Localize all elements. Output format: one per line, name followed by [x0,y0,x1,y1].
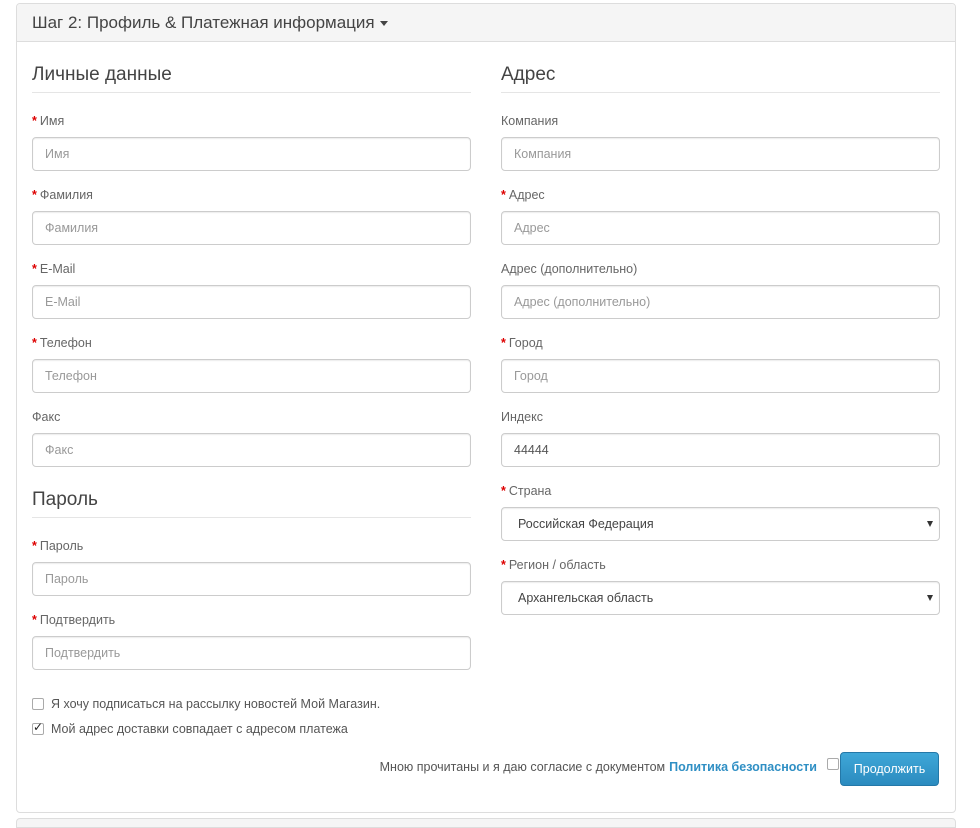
dropdown-arrow-icon [927,521,933,527]
newsletter-checkbox[interactable] [32,698,44,710]
password-legend: Пароль [32,489,471,518]
city-label: * Город [501,336,543,350]
checkout-step-panel: Шаг 2: Профиль & Платежная информация [16,3,956,813]
personal-data-legend: Личные данные [32,64,471,93]
address2-input[interactable]: Адрес (дополнительно) [501,285,940,319]
email-label: * E-Mail [32,262,76,276]
panel-title[interactable]: Шаг 2: Профиль & Платежная информация [32,13,388,33]
country-select-value: Российская Федерация [518,517,654,531]
same-address-label: Мой адрес доставки совпадает с адресом п… [51,722,348,736]
firstname-label: * Имя [32,114,65,128]
city-input[interactable]: Город [501,359,940,393]
firstname-input[interactable]: Имя [32,137,471,171]
address1-label: * Адрес [501,188,545,202]
newsletter-option[interactable]: Я хочу подписаться на рассылку новостей … [32,697,380,711]
panel-title-text[interactable]: Шаг 2: Профиль & Платежная информация [32,13,375,33]
required-mark: * [32,188,37,202]
dropdown-arrow-icon [927,595,933,601]
required-mark: * [501,558,506,572]
telephone-label: * Телефон [32,336,92,350]
country-label: * Страна [501,484,552,498]
address2-label: Адрес (дополнительно) [501,262,638,276]
region-select[interactable]: Архангельская область [501,581,940,615]
continue-button[interactable]: Продолжить [840,752,939,786]
privacy-policy-link[interactable]: Политика безопасности [669,760,817,774]
required-mark: * [501,484,506,498]
fax-label: Факс [32,410,61,424]
password-input[interactable]: Пароль [32,562,471,596]
fax-input[interactable]: Факс [32,433,471,467]
lastname-label: * Фамилия [32,188,93,202]
country-select[interactable]: Российская Федерация [501,507,940,541]
confirm-label: * Подтвердить [32,613,116,627]
panel-heading[interactable]: Шаг 2: Профиль & Платежная информация [17,4,955,42]
email-input[interactable]: E-Mail [32,285,471,319]
postcode-input[interactable]: 44444 [501,433,940,467]
postcode-label: Индекс [501,410,543,424]
required-mark: * [32,539,37,553]
same-address-checkbox[interactable] [32,720,44,735]
newsletter-label: Я хочу подписаться на рассылку новостей … [51,697,381,711]
required-mark: * [501,188,506,202]
required-mark: * [32,114,37,128]
lastname-input[interactable]: Фамилия [32,211,471,245]
agreement: Мною прочитаны и я даю согласие с докуме… [379,758,839,774]
required-mark: * [32,336,37,350]
company-label: Компания [501,114,559,128]
region-select-value: Архангельская область [518,591,654,605]
required-mark: * [32,262,37,276]
company-input[interactable]: Компания [501,137,940,171]
address1-input[interactable]: Адрес [501,211,940,245]
same-address-option[interactable]: Мой адрес доставки совпадает с адресом п… [32,720,348,736]
required-mark: * [501,336,506,350]
region-label: * Регион / область [501,558,606,572]
password-label: * Пароль [32,539,84,553]
caret-down-icon[interactable] [379,20,388,26]
address-legend: Адрес [501,64,940,93]
agree-checkbox[interactable] [827,758,839,770]
required-mark: * [32,613,37,627]
agreement-text: Мною прочитаны и я даю согласие с докуме… [379,760,666,774]
confirm-input[interactable]: Подтвердить [32,636,471,670]
telephone-input[interactable]: Телефон [32,359,471,393]
next-panel-edge [16,818,956,828]
